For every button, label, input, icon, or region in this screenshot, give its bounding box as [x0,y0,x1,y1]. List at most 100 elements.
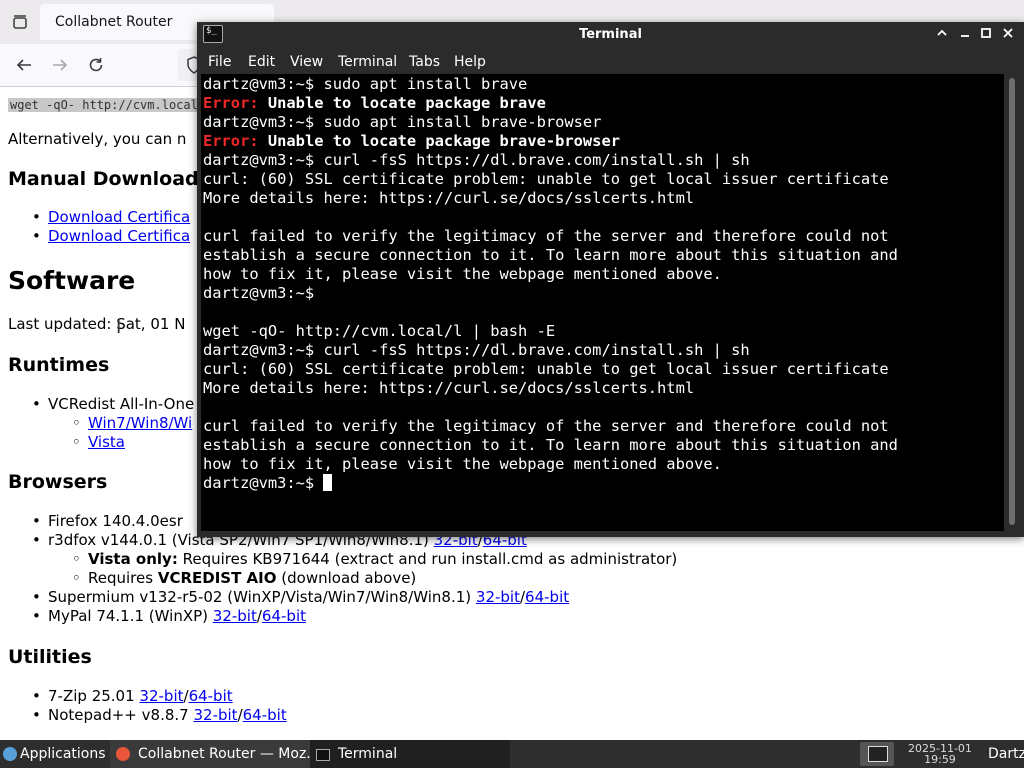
output-line: how to fix it, please visit the webpage … [203,455,722,473]
tab-title: Collabnet Router [55,14,173,30]
install-command-snippet: wget -qO- http://cvm.local [8,98,200,112]
terminal-title: Terminal [579,27,642,42]
forward-button[interactable] [49,54,71,76]
menu-tabs[interactable]: Tabs [409,54,440,70]
maximize-icon [981,28,991,38]
minimize-button[interactable] [955,25,975,45]
output-line: More details here: https://curl.se/docs/… [203,379,695,397]
terminal-text: dartz@vm3:~$ sudo apt install brave Erro… [203,75,898,493]
output-line: curl failed to verify the legitimacy of … [203,417,889,435]
error-label: Error: [203,132,259,150]
output-line: curl: (60) SSL certificate problem: unab… [203,170,889,188]
output-line: curl failed to verify the legitimacy of … [203,227,889,245]
supermium-label: Supermium v132-r5-02 (WinXP/Vista/Win7/W… [48,588,472,606]
error-label: Error: [203,94,259,112]
notepadpp-32bit-link[interactable]: 32-bit [193,706,237,724]
workspace-switcher[interactable] [860,742,894,766]
taskbar-firefox-button[interactable]: Collabnet Router — Moz... [110,740,320,768]
menu-edit[interactable]: Edit [248,54,275,70]
software-heading: Software [8,266,136,295]
clock-time: 19:59 [924,753,956,766]
requires-note: Requires VCREDIST AIO (download above) [72,569,417,587]
vista-only-label: Vista only: [88,550,178,568]
vcredist-win7-link[interactable]: Win7/Win8/Wi [88,414,192,432]
roll-up-button[interactable] [932,25,952,45]
utilities-heading: Utilities [8,646,92,668]
terminal-output[interactable]: dartz@vm3:~$ sudo apt install brave Erro… [201,74,1004,531]
terminal-task-label: Terminal [338,746,398,762]
manual-download-heading: Manual Download [8,168,199,190]
close-button[interactable] [998,25,1018,45]
menu-file[interactable]: File [208,54,231,70]
notepadpp-64bit-link[interactable]: 64-bit [243,706,287,724]
requires-tail: (download above) [281,569,417,587]
notepadpp-label: Notepad++ v8.8.7 [48,706,189,724]
back-arrow-icon [16,59,31,71]
mypal-item: MyPal 74.1.1 (WinXP) 32-bit/64-bit [32,607,306,625]
error-message: Unable to locate package brave-browser [258,132,620,150]
forward-arrow-icon [53,59,68,71]
browsers-heading: Browsers [8,471,108,493]
sevenzip-64bit-link[interactable]: 64-bit [189,687,233,705]
chevron-up-icon [937,29,947,36]
requires-bold: VCREDIST AIO [157,569,277,587]
sevenzip-label: 7-Zip 25.01 [48,687,135,705]
download-certificate-link-2[interactable]: Download Certifica [48,227,190,245]
command-line: sudo apt install brave [323,75,528,93]
output-line: how to fix it, please visit the webpage … [203,265,722,283]
sevenzip-32bit-link[interactable]: 32-bit [139,687,183,705]
mypal-32bit-link[interactable]: 32-bit [213,607,257,625]
supermium-64bit-link[interactable]: 64-bit [525,588,569,606]
vista-only-note: Vista only: Requires KB971644 (extract a… [72,550,678,568]
reload-button[interactable] [85,54,107,76]
user-menu[interactable]: Dartz [988,746,1024,762]
command-line: curl -fsS https://dl.brave.com/install.s… [323,341,750,359]
vista-only-text: Requires KB971644 (extract and run insta… [182,550,678,568]
download-certificate-link-1[interactable]: Download Certifica [48,208,190,226]
output-line: wget -qO- http://cvm.local/l | bash -E [203,322,556,340]
notepadpp-item: Notepad++ v8.8.7 32-bit/64-bit [32,706,287,724]
scroll-thumb[interactable] [1009,78,1015,525]
mypal-64bit-link[interactable]: 64-bit [262,607,306,625]
close-icon [1003,28,1013,38]
text-cursor-icon: I [116,317,122,338]
applications-label: Applications [20,746,106,762]
prompt: dartz@vm3:~$ [203,75,324,93]
prompt: dartz@vm3:~$ [203,113,324,131]
menu-help[interactable]: Help [454,54,486,70]
vcredist-vista-link[interactable]: Vista [88,433,125,451]
terminal-titlebar[interactable]: $_ Terminal [197,22,1024,48]
taskbar: Applications Collabnet Router — Moz... T… [0,740,1024,768]
minimize-icon [961,35,969,37]
command-line: curl -fsS https://dl.brave.com/install.s… [323,151,750,169]
reload-icon [89,58,103,72]
menu-terminal[interactable]: Terminal [338,54,397,70]
command-line: sudo apt install brave-browser [323,113,602,131]
requires-text: Requires [88,569,154,587]
list-item: Download Certifica [32,227,190,245]
maximize-button[interactable] [976,25,996,45]
terminal-cursor [323,474,333,491]
taskbar-terminal-button[interactable]: Terminal [310,740,510,768]
terminal-icon [316,749,330,761]
menu-view[interactable]: View [290,54,323,70]
supermium-32bit-link[interactable]: 32-bit [476,588,520,606]
vcredist-item: VCRedist All-In-One [32,395,194,413]
workspace-icon [868,746,888,762]
list-item: Win7/Win8/Wi [72,414,192,432]
back-button[interactable] [13,54,35,76]
prompt: dartz@vm3:~$ [203,284,324,302]
prompt: dartz@vm3:~$ [203,474,324,492]
tab-list-icon[interactable] [11,13,29,31]
applications-menu-button[interactable]: Applications [0,740,110,768]
clock[interactable]: 2025-11-01 19:59 [908,743,972,765]
firefox-item: Firefox 140.4.0esr [32,512,183,530]
supermium-item: Supermium v132-r5-02 (WinXP/Vista/Win7/W… [32,588,569,606]
sevenzip-item: 7-Zip 25.01 32-bit/64-bit [32,687,233,705]
prompt: dartz@vm3:~$ [203,341,324,359]
mypal-label: MyPal 74.1.1 (WinXP) [48,607,208,625]
applications-icon [3,747,17,761]
terminal-window: $_ Terminal File Edit View Terminal Tabs… [197,22,1024,537]
terminal-scrollbar[interactable] [1005,74,1024,531]
alternative-text: Alternatively, you can n [8,130,187,148]
